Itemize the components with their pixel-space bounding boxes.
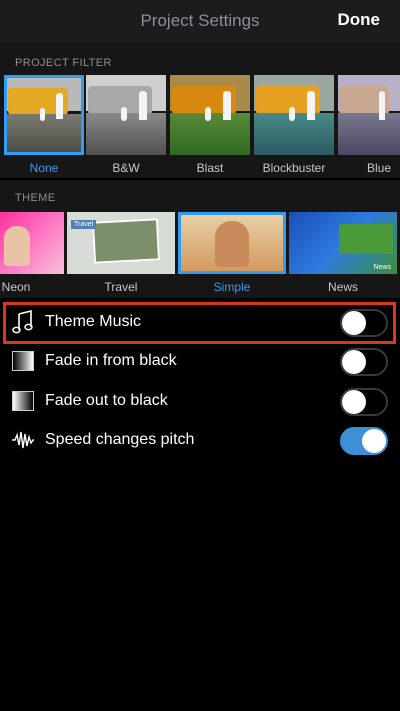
filter-blockbuster[interactable] [254, 75, 334, 155]
filter-label-bw: B&W [112, 161, 140, 175]
filter-bw-thumbnail [86, 75, 166, 155]
setting-row-fade-in: Fade in from black [0, 342, 400, 382]
theme-strip: Travel News [0, 212, 400, 274]
fade-in-toggle[interactable] [340, 348, 388, 376]
filter-none-thumbnail [7, 78, 81, 152]
fade-in-icon [11, 349, 35, 373]
simple-person [215, 221, 249, 267]
setting-label-speed-pitch: Speed changes pitch [45, 431, 195, 448]
waveform-icon [11, 428, 35, 452]
theme-heading: THEME [15, 192, 56, 204]
setting-row-theme-music: Theme Music [0, 303, 400, 343]
done-button[interactable]: Done [338, 10, 381, 30]
setting-label-theme-music: Theme Music [45, 313, 142, 330]
toggle-knob [342, 350, 366, 374]
toggle-knob [342, 390, 366, 414]
travel-tag: Travel [71, 220, 97, 229]
setting-label-fade-out: Fade out to black [45, 392, 168, 409]
filter-bw[interactable] [86, 75, 166, 155]
project-filter-heading: PROJECT FILTER [15, 57, 112, 69]
toggle-knob [342, 311, 366, 335]
fade-out-icon [11, 389, 35, 413]
theme-neon[interactable] [0, 212, 64, 274]
setting-label-fade-in: Fade in from black [45, 352, 177, 369]
filter-label-none: None [29, 161, 59, 175]
news-field [339, 224, 393, 254]
theme-label-news: News [327, 280, 358, 294]
news-tag: News [373, 264, 391, 271]
filter-blue-thumbnail [338, 75, 400, 155]
neon-person [4, 226, 30, 266]
filter-strip [0, 75, 400, 161]
theme-label-neon: Neon [1, 280, 31, 294]
filter-label-blockbuster: Blockbuster [262, 161, 326, 175]
theme-label-travel: Travel [104, 280, 138, 294]
travel-map [91, 218, 161, 264]
music-note-icon [11, 310, 35, 334]
fade-out-toggle[interactable] [340, 388, 388, 416]
setting-row-speed-pitch: Speed changes pitch [0, 421, 400, 461]
filter-label-blue: Blue [366, 161, 392, 175]
nav-bar: Project Settings Done [0, 0, 400, 42]
theme-music-toggle[interactable] [340, 309, 388, 337]
filter-blue[interactable] [338, 75, 400, 155]
theme-label-simple: Simple [213, 280, 251, 294]
filter-none[interactable] [4, 75, 84, 155]
filter-blast-thumbnail [170, 75, 250, 155]
theme-simple[interactable] [178, 212, 286, 274]
speed-pitch-toggle[interactable] [340, 427, 388, 455]
filter-blast[interactable] [170, 75, 250, 155]
toggle-knob [362, 429, 386, 453]
filter-blockbuster-thumbnail [254, 75, 334, 155]
setting-row-fade-out: Fade out to black [0, 382, 400, 422]
filter-label-blast: Blast [196, 161, 224, 175]
theme-news[interactable]: News [289, 212, 397, 274]
theme-travel[interactable]: Travel [67, 212, 175, 274]
